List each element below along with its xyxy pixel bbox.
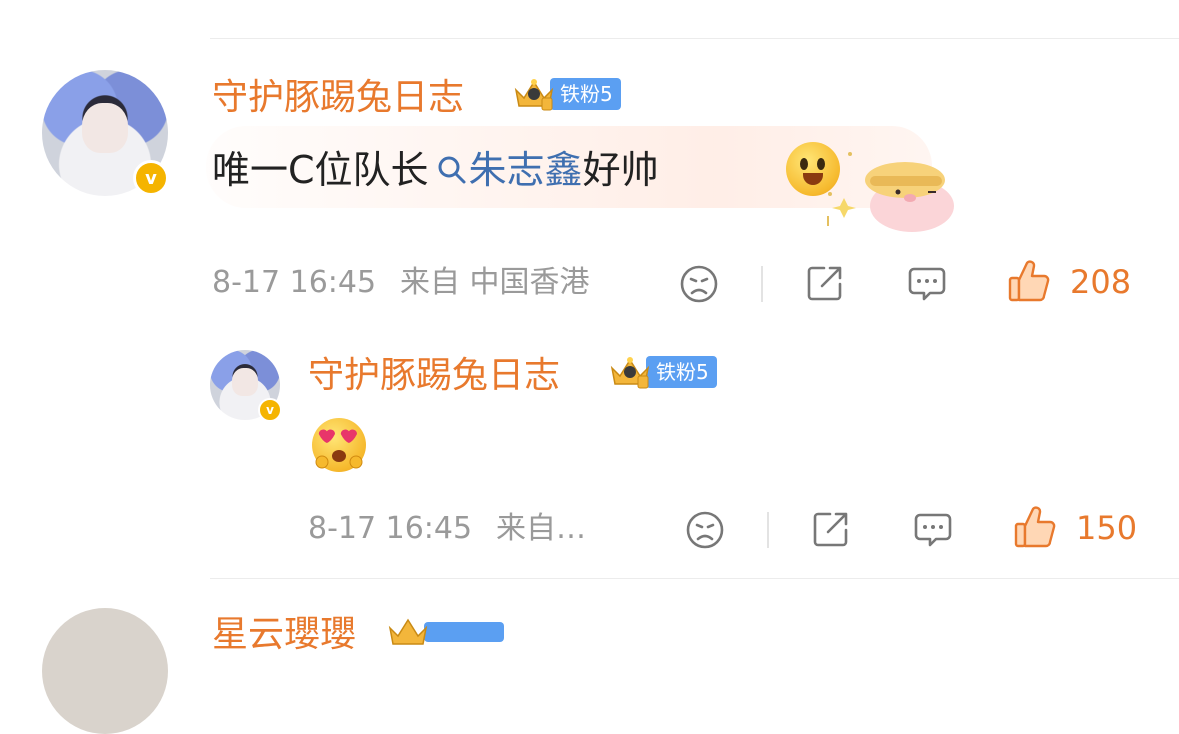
crown-icon <box>610 357 650 389</box>
fan-badge[interactable]: 铁粉5 <box>512 76 621 112</box>
search-icon <box>438 156 466 184</box>
avatar-face <box>82 102 128 154</box>
verified-badge-icon: v <box>258 398 282 422</box>
share-icon[interactable] <box>810 508 852 550</box>
comment-like-count: 208 <box>1070 263 1132 301</box>
comment-username[interactable]: 守护豚踢兔日志 <box>212 80 464 116</box>
reply-fan-badge[interactable]: 铁粉5 <box>608 354 717 390</box>
reply-username[interactable]: 守护豚踢兔日志 <box>308 358 560 394</box>
fan-badge-label <box>424 622 504 642</box>
verified-badge-icon: v <box>133 160 169 196</box>
like-thumb-icon[interactable] <box>1006 258 1052 304</box>
comment-icon[interactable] <box>912 509 954 551</box>
next-fan-badge[interactable] <box>386 614 504 650</box>
bottom-divider <box>210 578 1179 579</box>
topic-link[interactable]: 朱志鑫 <box>469 148 583 192</box>
reply-timestamp: 8-17 16:45 <box>308 511 473 546</box>
like-thumb-icon[interactable] <box>1012 504 1058 550</box>
reply-like-count: 150 <box>1076 509 1138 547</box>
comment-text-suffix: 好帅 <box>582 148 659 192</box>
comment-content: 唯一C位队长 朱志鑫好帅 <box>212 151 659 189</box>
comment-icon[interactable] <box>906 263 948 305</box>
fan-badge-label: 铁粉5 <box>646 356 717 388</box>
next-comment-avatar[interactable] <box>42 608 168 734</box>
fan-badge-label: 铁粉5 <box>550 78 621 110</box>
crown-icon <box>388 618 428 645</box>
next-comment-username[interactable]: 星云瓔瓔 <box>212 617 356 653</box>
heart-eyes-emoji-icon <box>312 418 366 472</box>
avatar-face <box>232 368 258 397</box>
action-separator <box>767 512 769 548</box>
comment-text-prefix: 唯一C位队长 <box>212 148 429 192</box>
comment-location: 来自 中国香港 <box>400 265 590 300</box>
pig-sticker-icon <box>827 152 954 232</box>
top-divider <box>210 38 1179 39</box>
share-icon[interactable] <box>804 262 846 304</box>
action-separator <box>761 266 763 302</box>
dislike-face-icon[interactable] <box>678 263 720 305</box>
dislike-face-icon[interactable] <box>684 509 726 551</box>
reply-location: 来自… <box>496 511 586 546</box>
crown-icon <box>514 79 554 111</box>
comment-timestamp: 8-17 16:45 <box>212 265 377 300</box>
